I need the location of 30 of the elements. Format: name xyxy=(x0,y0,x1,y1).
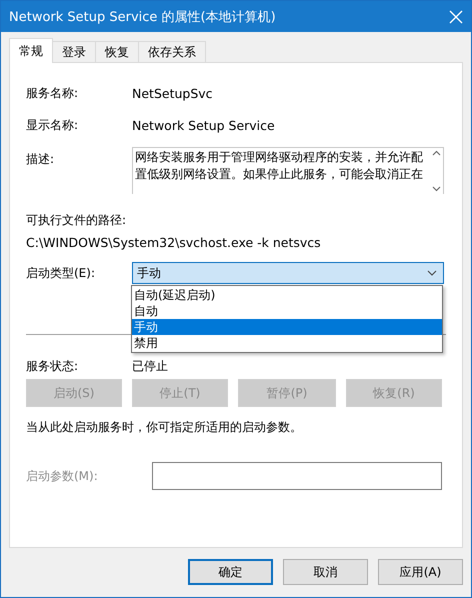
field-value: 已停止 xyxy=(132,358,168,374)
field-label: 服务状态: xyxy=(26,358,80,374)
tab[interactable]: 常规 xyxy=(9,38,53,63)
field-label: 启动参数(M): xyxy=(26,468,99,484)
path-label: 可执行文件的路径: xyxy=(26,212,128,229)
scroll-up-icon[interactable] xyxy=(432,150,441,156)
close-icon[interactable] xyxy=(449,10,463,24)
dialog-button[interactable]: 确定 xyxy=(188,559,273,585)
dialog-button[interactable]: 取消 xyxy=(283,559,368,585)
dialog-button[interactable]: 应用(A) xyxy=(378,559,463,585)
chevron-down-icon xyxy=(427,270,437,276)
path-value: C:\WINDOWS\System32\svchost.exe -k netsvcs xyxy=(26,235,322,250)
field-value: Network Setup Service xyxy=(132,118,275,132)
hint-text: 当从此处启动服务时，你可指定所适用的启动参数。 xyxy=(26,419,303,436)
scroll-down-icon[interactable] xyxy=(432,186,441,192)
field-label: 启动类型(E): xyxy=(26,264,96,282)
dropdown-option[interactable]: 自动 xyxy=(132,303,442,319)
description-text: 网络安装服务用于管理网络驱动程序的安装，并允许配置低级别网络设置。如果停止此服务，可能会取消正在 xyxy=(134,149,424,183)
startup-type-dropdown[interactable]: 手动 xyxy=(132,262,444,284)
dropdown-option[interactable]: 手动 xyxy=(132,319,442,335)
field-label: 服务名称: xyxy=(26,84,80,102)
tab[interactable]: 依存关系 xyxy=(138,41,206,62)
field-value: NetSetupSvc xyxy=(132,86,213,100)
field-label: 显示名称: xyxy=(26,116,80,134)
dropdown-option[interactable]: 自动(延迟启动) xyxy=(132,287,442,303)
window-title: Network Setup Service 的属性(本地计算机) xyxy=(9,8,276,26)
field-label: 描述: xyxy=(26,151,56,168)
dropdown-option[interactable]: 禁用 xyxy=(132,335,442,351)
description-box[interactable]: 网络安装服务用于管理网络驱动程序的安装，并允许配置低级别网络设置。如果停止此服务，可能会取消正在 xyxy=(132,147,444,194)
start-parameters-field[interactable] xyxy=(152,462,442,490)
